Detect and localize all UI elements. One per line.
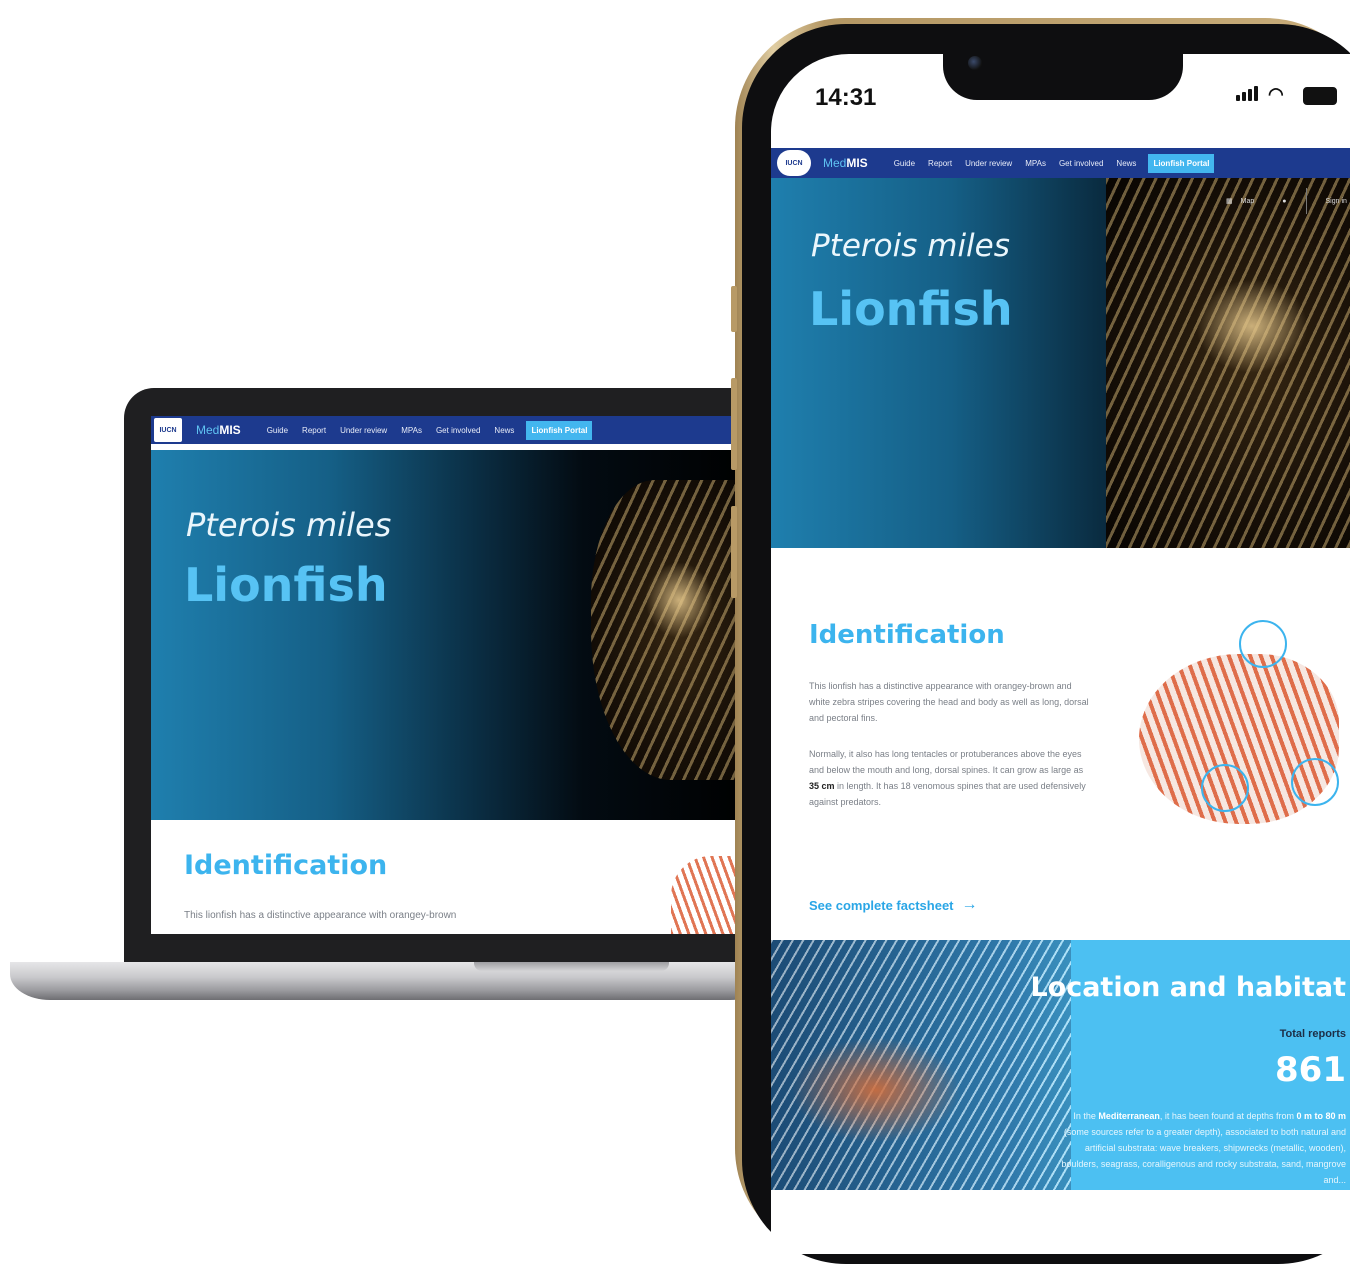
nav-item-get-involved[interactable]: Get involved	[1059, 159, 1103, 168]
nav-item-mpas[interactable]: MPAs	[401, 426, 422, 435]
phone-silent-switch	[731, 286, 737, 332]
front-camera	[968, 56, 982, 70]
location-title: Location and habitat	[1030, 972, 1346, 1003]
medmis-brand[interactable]: MedMIS	[823, 156, 868, 170]
phone-notch	[943, 44, 1183, 100]
hero-scientific-name: Pterois miles	[186, 506, 392, 544]
hero-scientific-name: Pterois miles	[811, 228, 1010, 264]
phone-screen: IUCN MedMIS Guide Report Under review MP…	[771, 54, 1350, 1254]
signal-icon	[1236, 86, 1258, 101]
total-reports-value: 861	[1275, 1050, 1346, 1090]
sign-in-link[interactable]: Sign in	[1325, 198, 1346, 205]
highlight-circle-tail[interactable]	[1291, 758, 1339, 806]
map-icon[interactable]: ▦	[1226, 197, 1233, 205]
identification-paragraph-2: Normally, it also has long tentacles or …	[809, 749, 1086, 807]
nav-item-under-review[interactable]: Under review	[340, 426, 387, 435]
divider	[1306, 188, 1308, 214]
location-section: Location and habitat Total reports 861 I…	[771, 940, 1350, 1190]
hero-common-name: Lionfish	[809, 282, 1013, 336]
phone-volume-down	[731, 506, 737, 598]
nav-item-report[interactable]: Report	[302, 426, 326, 435]
total-reports-label: Total reports	[1279, 1028, 1346, 1040]
see-factsheet-link[interactable]: See complete factsheet →	[809, 896, 978, 914]
lionfish-closeup-photo	[771, 940, 1071, 1190]
nav-item-report[interactable]: Report	[928, 159, 952, 168]
nav-item-guide[interactable]: Guide	[267, 426, 288, 435]
laptop-hinge-notch	[474, 962, 669, 971]
nav-item-under-review[interactable]: Under review	[965, 159, 1012, 168]
medmis-brand[interactable]: MedMIS	[196, 423, 241, 437]
nav-item-mpas[interactable]: MPAs	[1025, 159, 1046, 168]
nav-item-news[interactable]: News	[494, 426, 514, 435]
arrow-right-icon: →	[961, 896, 978, 913]
nav-item-guide[interactable]: Guide	[894, 159, 915, 168]
hero-common-name: Lionfish	[184, 558, 388, 612]
wifi-icon: ◠	[1268, 84, 1284, 104]
status-time: 14:31	[815, 84, 877, 111]
laptop-hero: Pterois miles Lionfish	[151, 450, 751, 820]
identification-title: Identification	[809, 620, 1005, 650]
nav-item-news[interactable]: News	[1116, 159, 1136, 168]
lionfish-hero-photo	[1106, 178, 1350, 548]
laptop-screen: IUCN MedMIS Guide Report Under review MP…	[151, 416, 751, 934]
identification-title: Identification	[184, 850, 388, 881]
info-icon[interactable]: ●	[1282, 198, 1286, 205]
highlight-circle-pectoral[interactable]	[1201, 764, 1249, 812]
identification-paragraph-1: This lionfish has a distinctive appearan…	[809, 681, 1089, 723]
nav-item-lionfish-portal[interactable]: Lionfish Portal	[1148, 153, 1215, 173]
map-link[interactable]: Map	[1241, 198, 1255, 205]
iucn-logo[interactable]: IUCN	[154, 418, 182, 442]
phone-volume-up	[731, 378, 737, 470]
identification-text: This lionfish has a distinctive appearan…	[184, 910, 457, 921]
iucn-logo[interactable]: IUCN	[777, 150, 811, 176]
nav-item-get-involved[interactable]: Get involved	[436, 426, 480, 435]
phone-nav-bar: IUCN MedMIS Guide Report Under review MP…	[771, 148, 1350, 178]
laptop-nav-bar: IUCN MedMIS Guide Report Under review MP…	[151, 416, 751, 444]
highlight-circle-dorsal[interactable]	[1239, 620, 1287, 668]
nav-item-lionfish-portal[interactable]: Lionfish Portal	[526, 420, 593, 440]
lionfish-hero-photo	[591, 480, 751, 780]
lionfish-illustration	[1139, 620, 1339, 844]
phone-hero: ▦ Map ● Sign in Pterois miles Lionfish	[771, 178, 1350, 548]
location-text: In the Mediterranean, it has been found …	[1061, 1111, 1346, 1185]
battery-icon	[1303, 87, 1337, 105]
